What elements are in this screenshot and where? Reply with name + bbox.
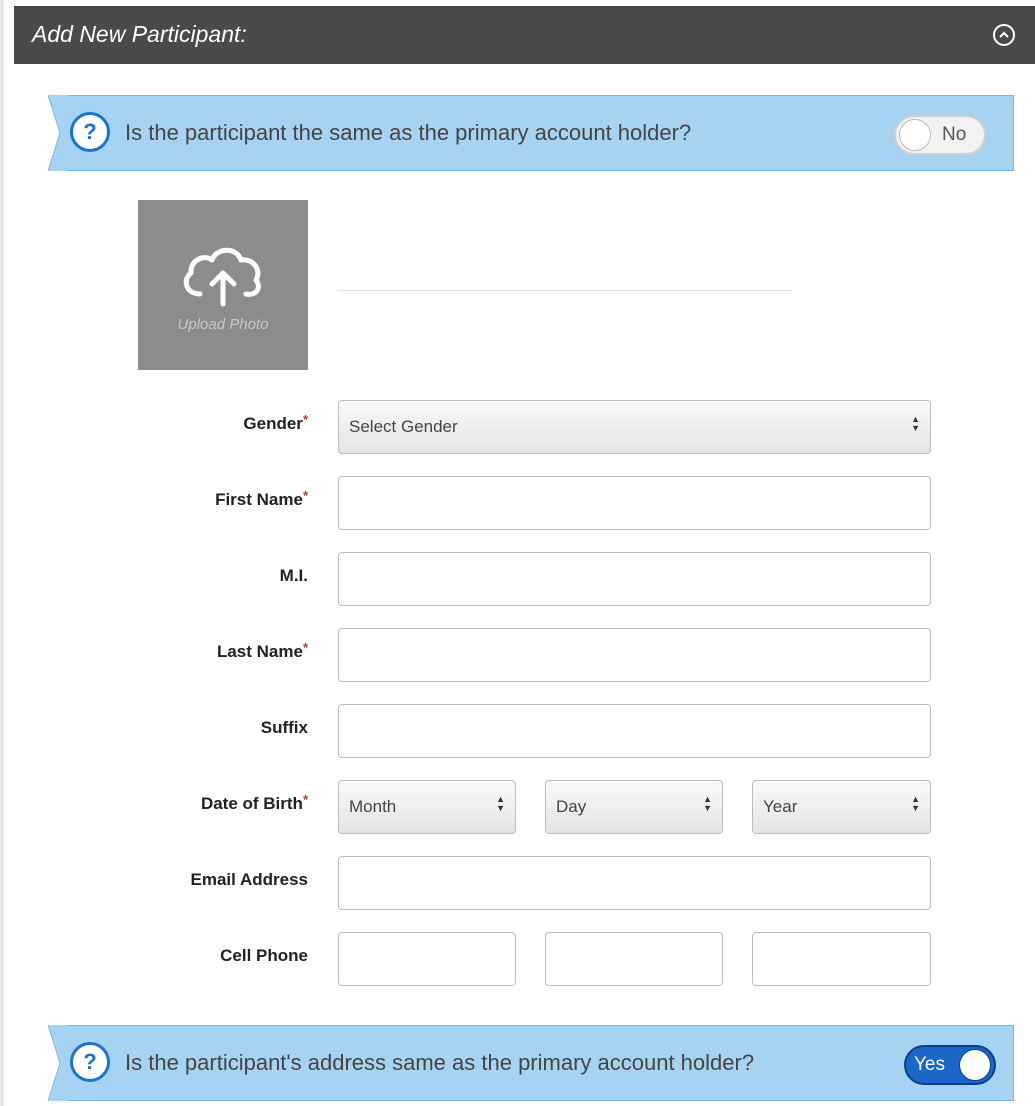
same-participant-banner: ? Is the participant the same as the pri…	[48, 95, 1014, 171]
birth-year-value: Year	[763, 797, 798, 816]
birth-day-select[interactable]: Day ▲ ▼	[545, 780, 723, 834]
required-marker: *	[302, 640, 308, 655]
required-marker: *	[302, 412, 308, 427]
cell-phone-prefix-input[interactable]	[545, 932, 723, 986]
gender-label: Gender*	[243, 412, 308, 433]
last-name-input[interactable]	[338, 628, 931, 682]
middle-initial-label: M.I.	[279, 566, 308, 585]
toggle-label: Yes	[914, 1054, 945, 1075]
banner-notch	[48, 95, 68, 171]
birth-month-select[interactable]: Month ▲ ▼	[338, 780, 516, 834]
same-participant-question: Is the participant the same as the prima…	[125, 120, 692, 145]
photo-divider	[338, 290, 792, 291]
same-address-toggle[interactable]: Yes	[904, 1045, 996, 1085]
cell-phone-label: Cell Phone	[220, 946, 308, 965]
cloud-upload-icon	[183, 247, 261, 307]
suffix-label: Suffix	[260, 718, 308, 737]
cell-phone-line-input[interactable]	[752, 932, 931, 986]
same-address-banner: ? Is the participant's address same as t…	[48, 1025, 1014, 1101]
required-marker: *	[302, 488, 308, 503]
same-participant-toggle[interactable]: No	[894, 115, 986, 155]
first-name-input[interactable]	[338, 476, 931, 530]
select-arrows-icon: ▲ ▼	[911, 794, 920, 813]
select-arrows-icon: ▲ ▼	[496, 794, 505, 813]
email-label: Email Address	[190, 870, 308, 889]
toggle-label: No	[942, 124, 967, 145]
last-name-label: Last Name*	[216, 640, 308, 661]
date-of-birth-label: Date of Birth*	[200, 792, 308, 813]
toggle-knob	[899, 119, 931, 151]
select-arrows-icon: ▲ ▼	[703, 794, 712, 813]
banner-notch	[48, 1025, 68, 1101]
birth-month-value: Month	[349, 797, 397, 816]
section-title: Add New Participant:	[32, 21, 247, 47]
help-icon[interactable]: ?	[70, 112, 110, 152]
birth-year-select[interactable]: Year ▲ ▼	[752, 780, 931, 834]
toggle-knob	[959, 1049, 991, 1081]
select-arrows-icon: ▲ ▼	[911, 414, 920, 433]
section-header: Add New Participant:	[14, 6, 1035, 64]
gender-select-value: Select Gender	[349, 417, 458, 436]
gender-select[interactable]: Select Gender ▲ ▼	[338, 400, 931, 454]
suffix-input[interactable]	[338, 704, 931, 758]
birth-day-value: Day	[556, 797, 587, 816]
cell-phone-area-code-input[interactable]	[338, 932, 516, 986]
collapse-icon[interactable]	[993, 24, 1015, 46]
help-icon[interactable]: ?	[70, 1042, 110, 1082]
first-name-label: First Name*	[215, 488, 308, 509]
email-input[interactable]	[338, 856, 931, 910]
middle-initial-input[interactable]	[338, 552, 931, 606]
upload-photo-button[interactable]: Upload Photo	[138, 200, 308, 370]
upload-photo-label: Upload Photo	[177, 316, 269, 333]
required-marker: *	[302, 792, 308, 807]
same-address-question: Is the participant's address same as the…	[125, 1050, 755, 1075]
page-left-border	[0, 0, 4, 1106]
